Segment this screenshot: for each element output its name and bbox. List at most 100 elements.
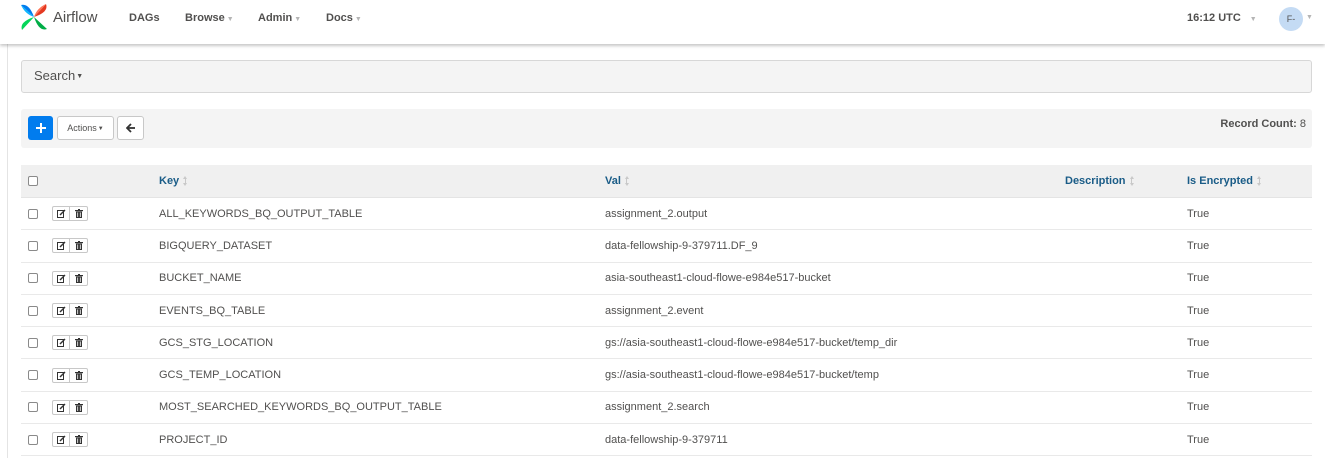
back-button[interactable] (117, 116, 144, 140)
column-header-key[interactable]: Key (159, 165, 188, 197)
delete-record-button[interactable] (70, 238, 88, 254)
caret-down-icon: ▼ (1249, 15, 1257, 23)
row-checkbox-cell (28, 230, 38, 261)
cell-is-encrypted: True (1187, 295, 1209, 326)
edit-record-button[interactable] (52, 367, 70, 383)
list-toolbar: Actions ▼ Record Count: 8 (21, 109, 1312, 148)
edit-record-button[interactable] (52, 432, 70, 448)
cell-val: asia-southeast1-cloud-flowe-e984e517-buc… (605, 263, 831, 294)
cell-val: assignment_2.output (605, 198, 707, 229)
column-header-is-encrypted-label: Is Encrypted (1187, 175, 1254, 187)
delete-record-button[interactable] (70, 270, 88, 286)
row-action-group (52, 367, 88, 383)
sort-icon (1257, 176, 1262, 186)
trash-icon (74, 241, 83, 251)
column-header-description-label: Description (1065, 175, 1126, 187)
clock-dropdown[interactable]: 16:12 UTC ▼ (1187, 12, 1257, 24)
brand-link[interactable]: Airflow (19, 1, 97, 33)
delete-record-button[interactable] (70, 206, 88, 222)
row-checkbox[interactable] (28, 273, 38, 284)
table-row: MOST_SEARCHED_KEYWORDS_BQ_OUTPUT_TABLE a… (21, 391, 1312, 425)
add-record-button[interactable] (28, 116, 53, 140)
delete-record-button[interactable] (70, 335, 88, 351)
edit-record-button[interactable] (52, 399, 70, 415)
cell-is-encrypted: True (1187, 263, 1209, 294)
edit-record-button[interactable] (52, 206, 70, 222)
cell-val: gs://asia-southeast1-cloud-flowe-e984e51… (605, 359, 879, 390)
actions-dropdown-button[interactable]: Actions ▼ (57, 116, 114, 140)
row-action-group (52, 399, 88, 415)
row-checkbox[interactable] (28, 208, 38, 219)
table-row: ALL_KEYWORDS_BQ_OUTPUT_TABLE assignment_… (21, 198, 1312, 231)
nav-admin[interactable]: Admin ▼ (258, 12, 301, 24)
column-header-key-label: Key (159, 175, 180, 187)
edit-record-button[interactable] (52, 270, 70, 286)
cell-is-encrypted: True (1187, 392, 1209, 423)
edit-record-button[interactable] (52, 303, 70, 319)
row-actions (52, 230, 88, 261)
is-encrypted-text: True (1187, 433, 1210, 446)
user-avatar[interactable]: F- (1279, 7, 1303, 31)
row-action-group (52, 303, 88, 319)
column-header-is-encrypted[interactable]: Is Encrypted (1187, 165, 1262, 197)
brand-name: Airflow (53, 8, 98, 26)
row-checkbox[interactable] (28, 402, 38, 413)
row-checkbox-cell (28, 263, 38, 294)
nav-browse-label: Browse (185, 12, 225, 24)
variables-table: Key Val Description Is Encrypted ALL_KEY… (21, 165, 1312, 457)
caret-down-icon[interactable]: ▼ (1306, 14, 1313, 21)
cell-is-encrypted: True (1187, 198, 1209, 229)
row-actions (52, 263, 88, 294)
select-all-checkbox[interactable] (28, 176, 38, 186)
val-text: data-fellowship-9-379711.DF_9 (605, 239, 758, 252)
row-actions (52, 424, 88, 455)
row-checkbox[interactable] (28, 370, 38, 381)
row-checkbox[interactable] (28, 240, 38, 251)
column-header-description[interactable]: Description (1065, 165, 1134, 197)
sort-icon (183, 176, 188, 186)
table-row: BUCKET_NAME asia-southeast1-cloud-flowe-… (21, 262, 1312, 295)
trash-icon (74, 338, 83, 348)
row-checkbox[interactable] (28, 305, 38, 316)
arrow-left-icon (125, 123, 135, 133)
search-panel: Search ▼ (21, 60, 1312, 93)
cell-val: data-fellowship-9-379711.DF_9 (605, 230, 758, 261)
nav-docs[interactable]: Docs ▼ (326, 12, 362, 24)
row-action-group (52, 206, 88, 222)
val-text: gs://asia-southeast1-cloud-flowe-e984e51… (605, 369, 879, 382)
nav-browse[interactable]: Browse ▼ (185, 12, 234, 24)
key-text: MOST_SEARCHED_KEYWORDS_BQ_OUTPUT_TABLE (159, 401, 442, 414)
delete-record-button[interactable] (70, 399, 88, 415)
delete-record-button[interactable] (70, 367, 88, 383)
row-checkbox[interactable] (28, 434, 38, 445)
edit-icon (56, 209, 65, 219)
edit-record-button[interactable] (52, 238, 70, 254)
top-navbar: Airflow DAGs Browse ▼ Admin ▼ Docs ▼ 16:… (0, 0, 1325, 44)
nav-dags[interactable]: DAGs (129, 12, 160, 24)
is-encrypted-text: True (1187, 336, 1210, 349)
row-checkbox[interactable] (28, 337, 38, 348)
delete-record-button[interactable] (70, 432, 88, 448)
delete-record-button[interactable] (70, 303, 88, 319)
table-body: ALL_KEYWORDS_BQ_OUTPUT_TABLE assignment_… (21, 198, 1312, 457)
is-encrypted-text: True (1187, 239, 1210, 252)
trash-icon (74, 435, 83, 445)
edit-icon (56, 371, 65, 380)
column-header-val[interactable]: Val (605, 165, 629, 197)
row-checkbox-cell (28, 295, 38, 326)
row-actions (52, 327, 88, 358)
airflow-logo-icon (21, 4, 47, 30)
plus-icon (35, 123, 46, 133)
search-toggle[interactable]: Search ▼ (34, 68, 83, 83)
nav-docs-label: Docs (326, 12, 353, 24)
row-checkbox-cell (28, 198, 38, 229)
nav-admin-label: Admin (258, 12, 293, 24)
val-text: assignment_2.output (605, 207, 708, 220)
row-checkbox-cell (28, 359, 38, 390)
edit-record-button[interactable] (52, 335, 70, 351)
trash-icon (74, 402, 83, 412)
key-text: EVENTS_BQ_TABLE (159, 304, 266, 317)
page-edge-divider (7, 44, 8, 458)
row-action-group (52, 238, 88, 254)
row-checkbox-cell (28, 424, 38, 455)
